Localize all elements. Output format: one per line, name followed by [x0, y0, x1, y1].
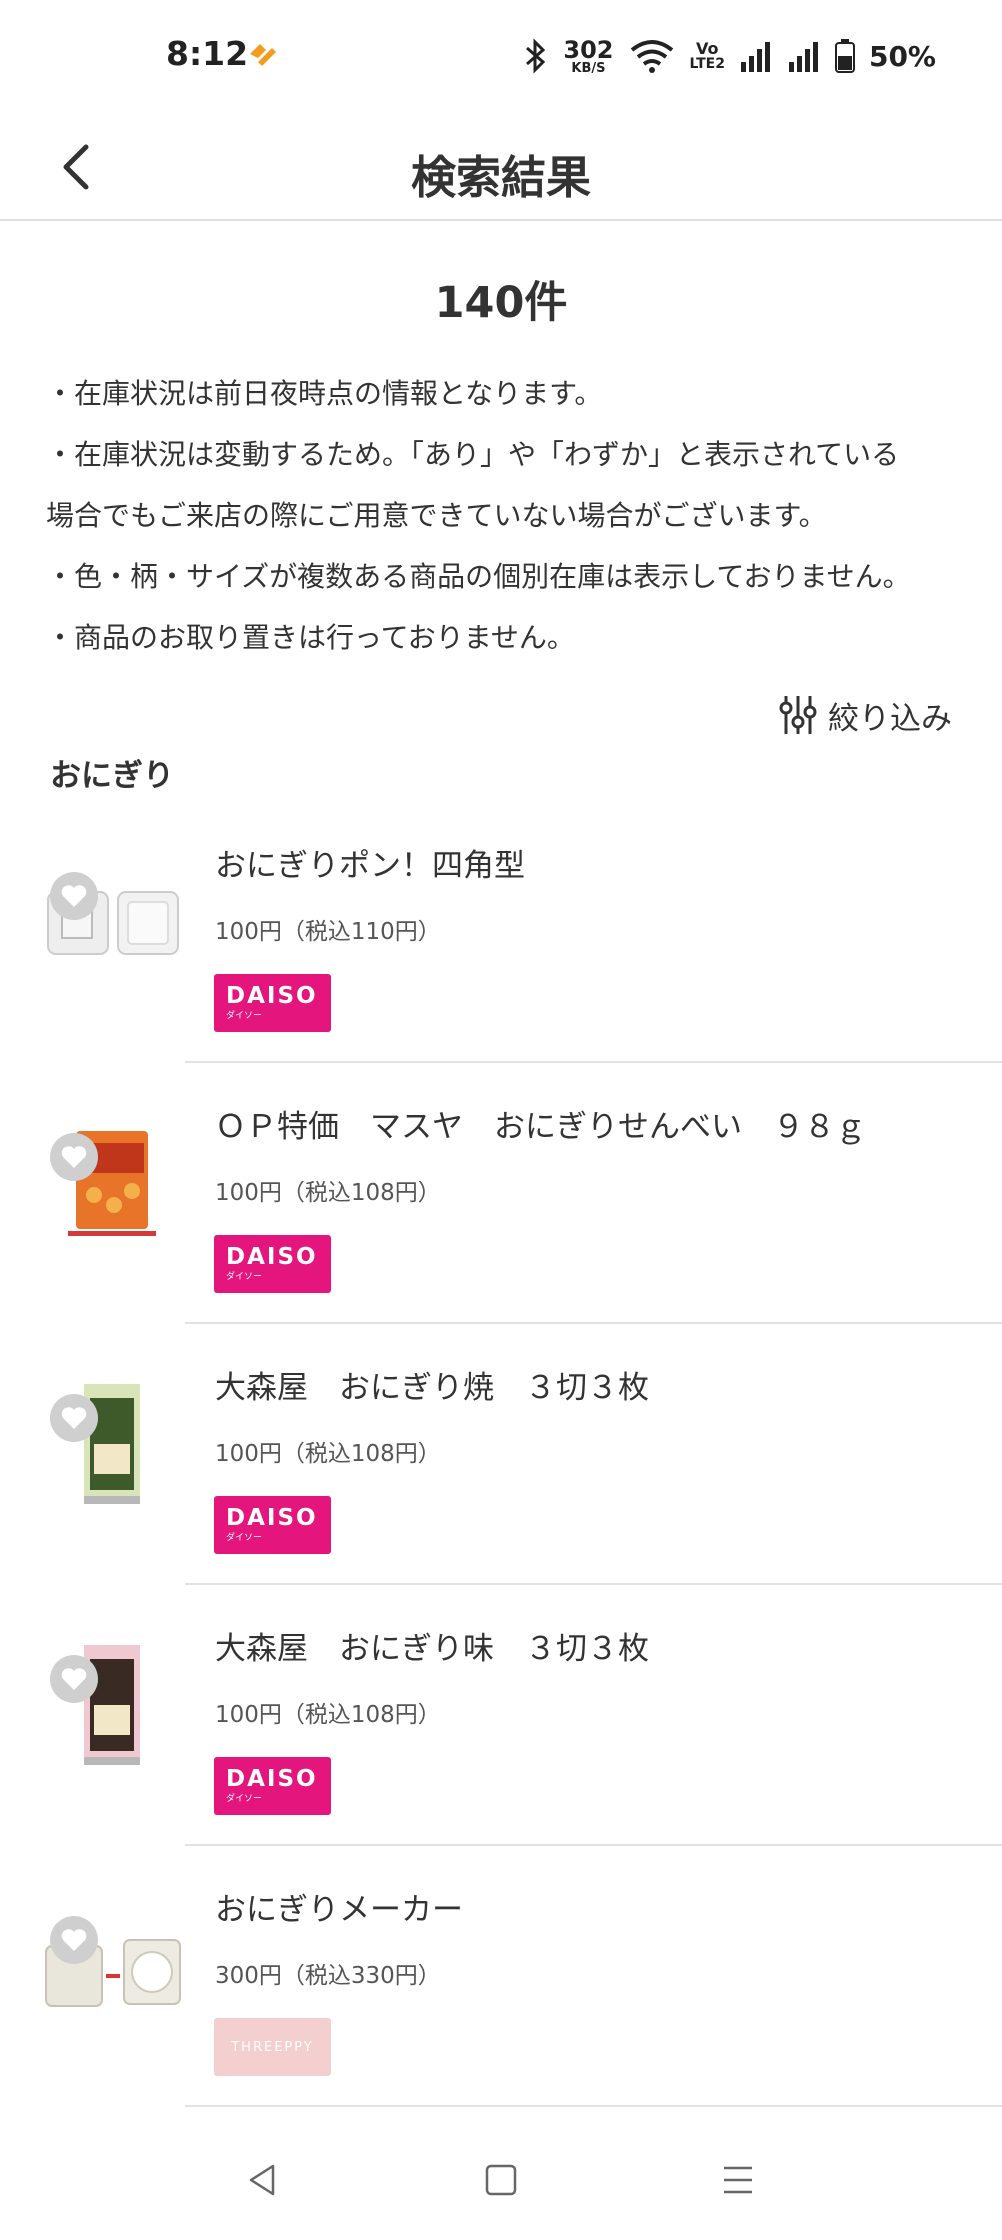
- network-speed: 302 KB/S: [563, 35, 614, 76]
- store-badge-sub: ダイソー: [226, 1533, 263, 1543]
- store-badge-name: DAISO: [226, 1766, 318, 1792]
- notice-line: ・色・柄・サイズが複数ある商品の個別在庫は表示しておりません。: [46, 560, 911, 593]
- store-badge-daiso: DAISO ダイソー: [214, 974, 331, 1032]
- store-badge-daiso: DAISO ダイソー: [214, 1496, 331, 1554]
- store-badge-threeppy: THREEPPY: [214, 2018, 331, 2076]
- product-item[interactable]: ＯＰ特価 マスヤ おにぎりせんべい ９８ｇ 100円（税込108円） DAISO…: [0, 1063, 1002, 1324]
- product-price: 100円（税込108円）: [215, 1180, 441, 1206]
- heart-icon: [61, 1146, 87, 1168]
- product-item[interactable]: おにぎりメーカー 300円（税込330円） THREEPPY: [0, 1846, 1002, 2107]
- product-price: 100円（税込110円）: [215, 919, 441, 945]
- signal-icon: [740, 42, 770, 72]
- divider: [185, 2105, 1002, 2107]
- heart-icon: [61, 1929, 87, 1951]
- sliders-icon: [779, 696, 817, 734]
- heart-icon: [61, 885, 87, 907]
- system-nav-bar: [0, 2130, 1002, 2240]
- home-square-icon[interactable]: [481, 2160, 521, 2200]
- status-icons: 302 KB/S Vo LTE2 50%: [523, 34, 936, 78]
- store-badge-sub: ダイソー: [226, 1011, 263, 1021]
- notice-line: ・商品のお取り置きは行っておりません。: [46, 621, 575, 654]
- favorite-button[interactable]: [50, 1655, 98, 1703]
- page-title: 検索結果: [410, 151, 591, 204]
- product-item[interactable]: 大森屋 おにぎり味 ３切３枚 100円（税込108円） DAISO ダイソー: [0, 1585, 1002, 1846]
- store-badge-name: DAISO: [226, 1244, 318, 1270]
- store-badge-sub: ダイソー: [226, 1794, 263, 1804]
- category-heading: おにぎり: [50, 758, 174, 794]
- signal-icon-2: [788, 42, 818, 72]
- product-name: おにぎりメーカー: [215, 1892, 463, 1928]
- status-time: 8:12: [166, 34, 249, 73]
- product-name: おにぎりポン！四角型: [215, 848, 525, 884]
- filter-button[interactable]: 絞り込み: [778, 690, 952, 740]
- product-price: 100円（税込108円）: [215, 1441, 441, 1467]
- bluetooth-icon: [526, 38, 546, 74]
- store-badge-name: THREEPPY: [231, 2039, 314, 2055]
- notice-line: ・在庫状況は前日夜時点の情報となります。: [46, 377, 603, 410]
- heart-icon: [61, 1407, 87, 1429]
- app-notification-icon: [250, 44, 276, 66]
- favorite-button[interactable]: [50, 1916, 98, 1964]
- status-bar: 8:12 302 KB/S Vo LTE2 50%: [0, 0, 1002, 115]
- store-badge-name: DAISO: [226, 983, 318, 1009]
- notice-list: ・在庫状況は前日夜時点の情報となります。 ・在庫状況は変動するため。「あり」や「…: [46, 363, 966, 668]
- battery-percent: 50%: [868, 39, 936, 73]
- notice-line: 場合でもご来店の際にご用意できていない場合がございます。: [46, 499, 827, 532]
- store-badge-daiso: DAISO ダイソー: [214, 1757, 331, 1815]
- app-header: 検索結果: [0, 115, 1002, 221]
- product-name: 大森屋 おにぎり味 ３切３枚: [215, 1631, 649, 1667]
- wifi-icon: [630, 40, 673, 73]
- favorite-button[interactable]: [50, 872, 98, 920]
- store-badge-name: DAISO: [226, 1505, 318, 1531]
- store-badge-daiso: DAISO ダイソー: [214, 1235, 331, 1293]
- product-item[interactable]: 大森屋 おにぎり焼 ３切３枚 100円（税込108円） DAISO ダイソー: [0, 1324, 1002, 1585]
- back-triangle-icon[interactable]: [243, 2160, 283, 2200]
- filter-label: 絞り込み: [828, 700, 952, 737]
- notice-line: ・在庫状況は変動するため。「あり」や「わずか」と表示されている: [46, 438, 900, 471]
- store-badge-sub: ダイソー: [226, 1272, 263, 1282]
- heart-icon: [61, 1668, 87, 1690]
- result-count: 140件: [434, 278, 568, 328]
- product-price: 300円（税込330円）: [215, 1963, 441, 1989]
- battery-icon: [834, 39, 855, 73]
- menu-lines-icon[interactable]: [718, 2160, 758, 2200]
- product-name: 大森屋 おにぎり焼 ３切３枚: [215, 1370, 649, 1406]
- product-item[interactable]: おにぎりポン！四角型 100円（税込110円） DAISO ダイソー: [0, 802, 1002, 1063]
- volte-indicator: Vo LTE2: [689, 39, 725, 72]
- product-name: ＯＰ特価 マスヤ おにぎりせんべい ９８ｇ: [215, 1109, 866, 1145]
- product-price: 100円（税込108円）: [215, 1702, 441, 1728]
- product-list: おにぎりポン！四角型 100円（税込110円） DAISO ダイソー ＯＰ特価 …: [0, 802, 1002, 2107]
- favorite-button[interactable]: [50, 1394, 98, 1442]
- favorite-button[interactable]: [50, 1133, 98, 1181]
